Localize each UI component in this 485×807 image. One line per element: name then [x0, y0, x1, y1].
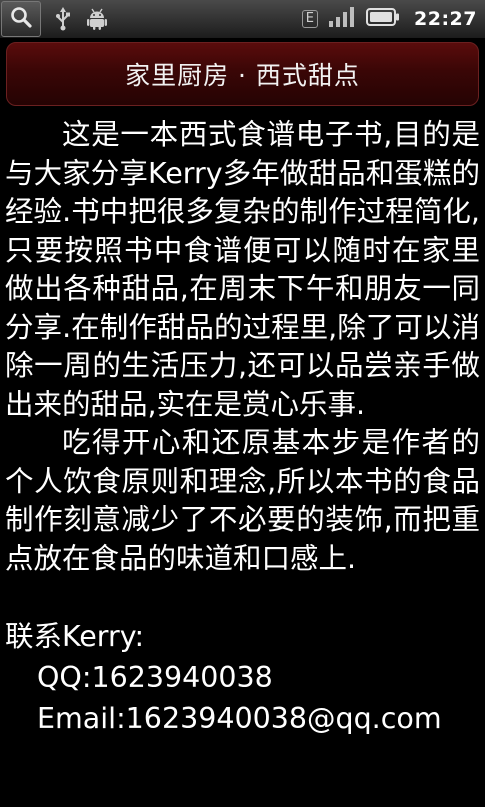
- battery-icon: [366, 7, 400, 31]
- network-type-badge: E: [301, 10, 319, 28]
- android-icon: [85, 7, 109, 31]
- page-title: 家里厨房 · 西式甜点: [125, 61, 360, 90]
- signal-icon: [328, 6, 356, 32]
- status-time: 22:27: [414, 8, 477, 30]
- contact-qq: QQ:1623940038: [37, 661, 273, 694]
- title-bar: 家里厨房 · 西式甜点: [6, 42, 479, 106]
- status-bar-left: [0, 0, 109, 38]
- usb-icon: [55, 7, 71, 31]
- status-bar-right: E 22:27: [292, 0, 477, 38]
- contact-section: 联系Kerry: QQ:1623940038 Email:1623940038@…: [5, 616, 480, 739]
- intro-paragraph: 吃得开心和还原基本步是作者的个人饮食原则和理念,所以本书的食品制作刻意减少了不必…: [5, 426, 480, 575]
- contact-heading: 联系Kerry:: [5, 620, 145, 653]
- search-icon: [10, 6, 32, 32]
- search-button[interactable]: [1, 1, 41, 37]
- intro-paragraph: 这是一本西式食谱电子书,目的是与大家分享Kerry多年做甜品和蛋糕的经验.书中把…: [5, 118, 480, 421]
- contact-email[interactable]: Email:1623940038@qq.com: [5, 698, 480, 739]
- status-bar: E 22:27: [0, 0, 485, 39]
- book-intro-content: 这是一本西式食谱电子书,目的是与大家分享Kerry多年做甜品和蛋糕的经验.书中把…: [5, 116, 480, 739]
